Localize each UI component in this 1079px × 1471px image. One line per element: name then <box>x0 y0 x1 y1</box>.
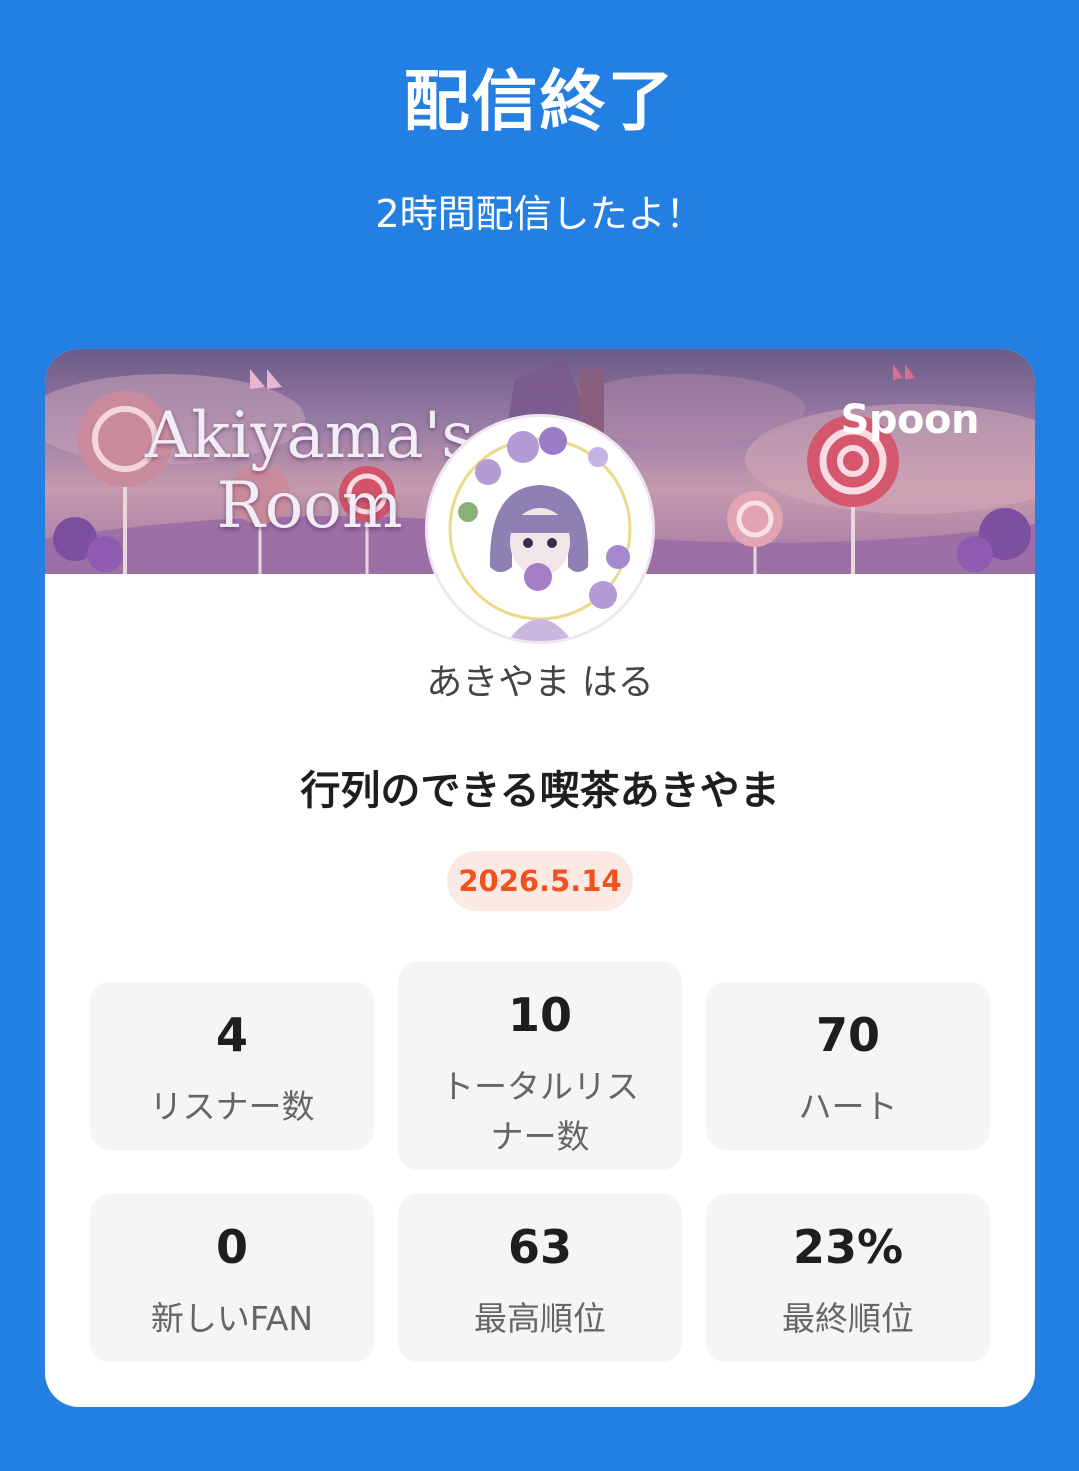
banner-title: Akiyama's Room <box>145 401 474 541</box>
stat-best-rank: 63 最高順位 <box>398 1194 682 1362</box>
stat-final-rank: 23% 最終順位 <box>706 1194 990 1362</box>
stat-listeners-label: リスナー数 <box>149 1087 315 1126</box>
banner-title-line2: Room <box>216 469 403 543</box>
stat-best-rank-label: 最高順位 <box>474 1299 606 1338</box>
stat-total-listeners-value: 10 <box>507 988 572 1042</box>
page-subtitle: 2時間配信したよ！ <box>375 192 704 236</box>
stat-total-listeners-label: トータルリスナー数 <box>441 1067 639 1156</box>
spoon-logo: Spoon <box>840 397 980 443</box>
stat-listeners: 4 リスナー数 <box>90 982 374 1150</box>
stat-hearts-value: 70 <box>815 1008 880 1062</box>
stat-total-listeners: 10 トータルリスナー数 <box>398 962 682 1170</box>
stat-new-fans: 0 新しいFAN <box>90 1194 374 1362</box>
summary-card: Akiyama's Room Spoon あきやま はる 行列のできる喫茶あきや… <box>45 349 1035 1407</box>
stat-hearts-label: ハート <box>798 1087 898 1126</box>
banner-title-line1: Akiyama's <box>145 399 475 473</box>
username: あきやま はる <box>426 662 654 703</box>
stat-listeners-value: 4 <box>215 1008 248 1062</box>
stat-final-rank-label: 最終順位 <box>782 1299 914 1338</box>
stat-best-rank-value: 63 <box>507 1220 572 1274</box>
stat-new-fans-value: 0 <box>215 1220 248 1274</box>
stat-new-fans-label: 新しいFAN <box>150 1299 314 1338</box>
date-badge: 2026.5.14 <box>447 851 633 911</box>
stat-final-rank-value: 23% <box>792 1220 904 1274</box>
avatar-image <box>428 417 652 641</box>
page-title: 配信終了 <box>403 63 676 140</box>
stat-hearts: 70 ハート <box>706 982 990 1150</box>
room-title: 行列のできる喫茶あきやま <box>300 768 780 814</box>
avatar[interactable] <box>428 417 652 641</box>
